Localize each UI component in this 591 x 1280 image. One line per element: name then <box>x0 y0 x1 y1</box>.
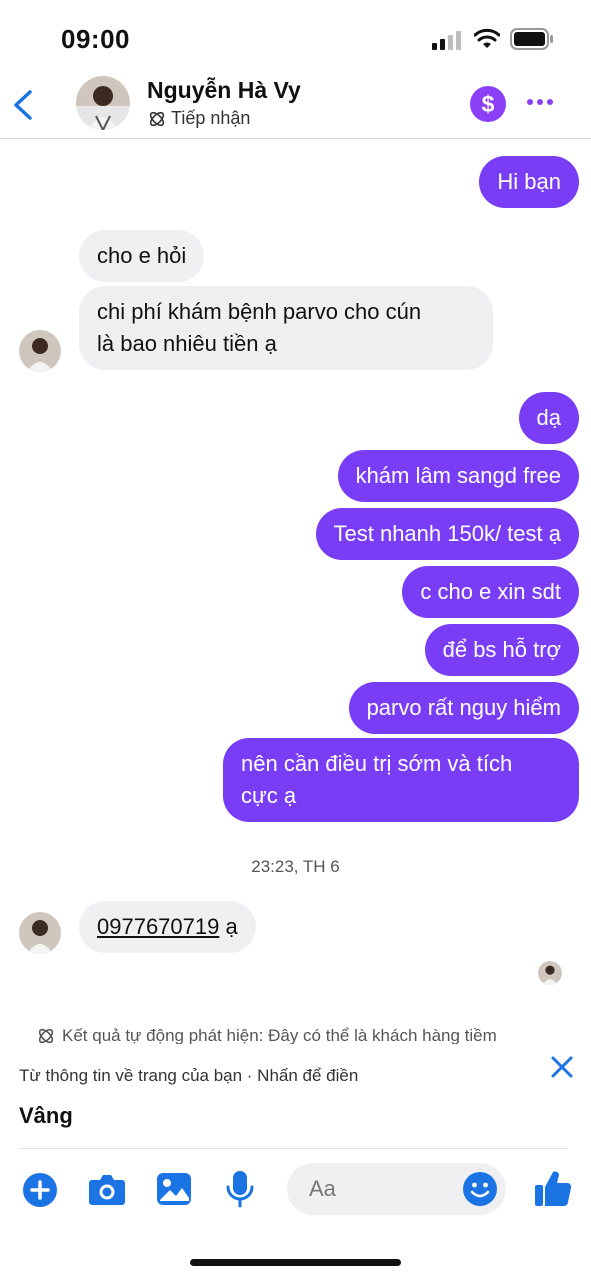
sender-avatar[interactable] <box>19 330 61 372</box>
back-arrow-icon[interactable] <box>10 88 38 122</box>
auto-detect-notice: Kết quả tự động phát hiện: Đây có thể là… <box>36 1026 497 1044</box>
dollar-icon[interactable]: $ <box>470 86 506 122</box>
message-out[interactable]: nên cần điều trị sớm và tích cực ạ <box>223 738 579 822</box>
message-input-placeholder: Aa <box>309 1176 336 1201</box>
message-timestamp: 23:23, TH 6 <box>251 857 340 876</box>
mic-icon[interactable] <box>226 1170 254 1208</box>
gallery-icon[interactable] <box>156 1172 192 1206</box>
emoji-icon[interactable] <box>462 1171 498 1207</box>
message-out[interactable]: parvo rất nguy hiểm <box>348 682 579 734</box>
contact-name[interactable]: Nguyễn Hà Vy <box>147 77 301 104</box>
close-icon[interactable] <box>550 1055 574 1079</box>
message-out[interactable]: c cho e xin sdt <box>402 566 579 618</box>
phone-link[interactable]: 0977670719 <box>97 914 219 939</box>
sender-avatar[interactable] <box>19 912 61 954</box>
battery-icon <box>510 28 553 50</box>
message-out[interactable]: Hi bạn <box>479 156 579 208</box>
message-suffix: ạ <box>219 914 238 939</box>
suggestion-value[interactable]: Vâng <box>19 1103 73 1129</box>
message-line: nên cần điều trị sớm và tích <box>241 751 513 776</box>
message-out[interactable]: khám lâm sangd free <box>337 450 579 502</box>
message-in[interactable]: chi phí khám bệnh parvo cho cún là bao n… <box>79 286 493 370</box>
message-out[interactable]: dạ <box>518 392 579 444</box>
message-out[interactable]: Test nhanh 150k/ test ạ <box>315 508 579 560</box>
ai-sparkle-icon <box>38 1028 54 1044</box>
status-time: 09:00 <box>61 24 130 54</box>
signal-icon <box>432 31 461 50</box>
ai-sparkle-icon <box>149 111 165 126</box>
message-in[interactable]: cho e hỏi <box>79 230 205 282</box>
message-in[interactable]: 0977670719 ạ <box>79 901 256 953</box>
message-line: cực ạ <box>241 783 297 808</box>
message-out[interactable]: để bs hỗ trợ <box>424 624 579 676</box>
plus-icon[interactable] <box>22 1172 58 1208</box>
wifi-icon <box>474 28 500 48</box>
contact-status-label: Tiếp nhận <box>171 108 251 128</box>
divider <box>20 1148 568 1149</box>
auto-detect-text: Kết quả tự động phát hiện: Đây có thể là… <box>62 1026 497 1044</box>
message-line: là bao nhiêu tiền ạ <box>97 331 277 356</box>
more-dots-icon[interactable] <box>527 92 557 110</box>
message-line: chi phí khám bệnh parvo cho cún <box>97 299 422 324</box>
contact-status[interactable]: Tiếp nhận <box>147 108 250 129</box>
seen-avatar <box>538 961 562 985</box>
contact-avatar[interactable] <box>76 76 130 130</box>
home-indicator <box>190 1259 401 1266</box>
like-icon[interactable] <box>533 1168 573 1208</box>
suggestion-source[interactable]: Từ thông tin về trang của bạn · Nhấn để … <box>19 1066 358 1086</box>
camera-icon[interactable] <box>88 1172 126 1206</box>
